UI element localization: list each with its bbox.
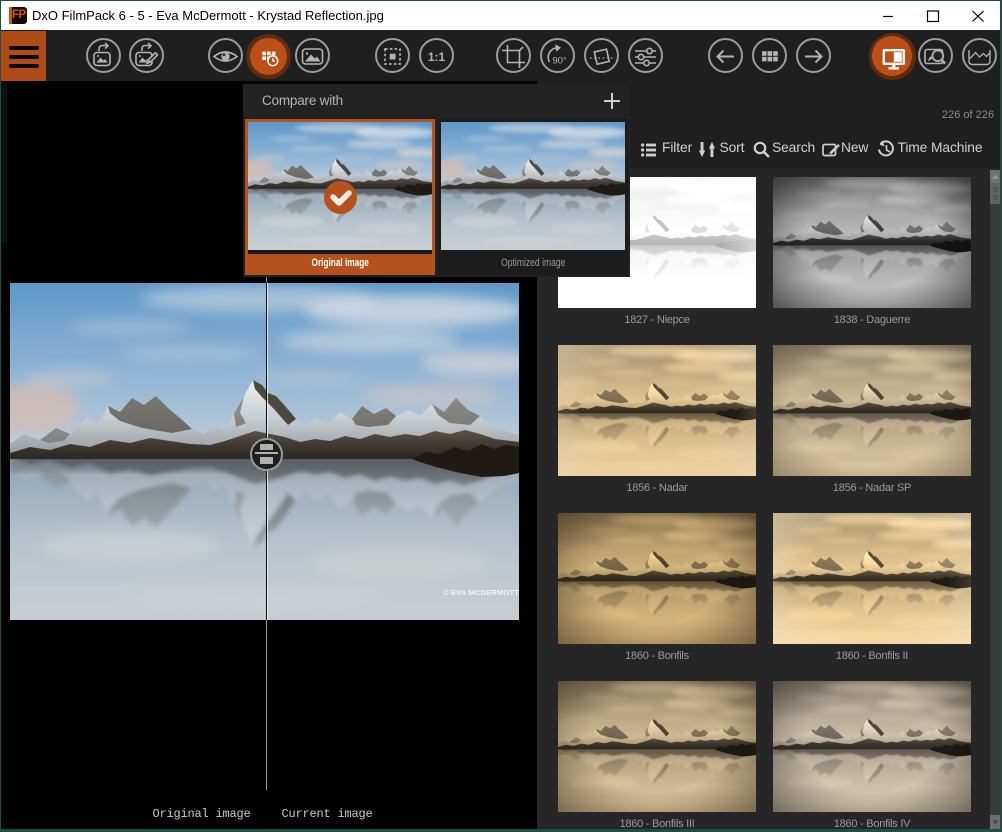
svg-text:90°: 90° xyxy=(552,55,567,66)
svg-text:1:1: 1:1 xyxy=(427,50,445,64)
